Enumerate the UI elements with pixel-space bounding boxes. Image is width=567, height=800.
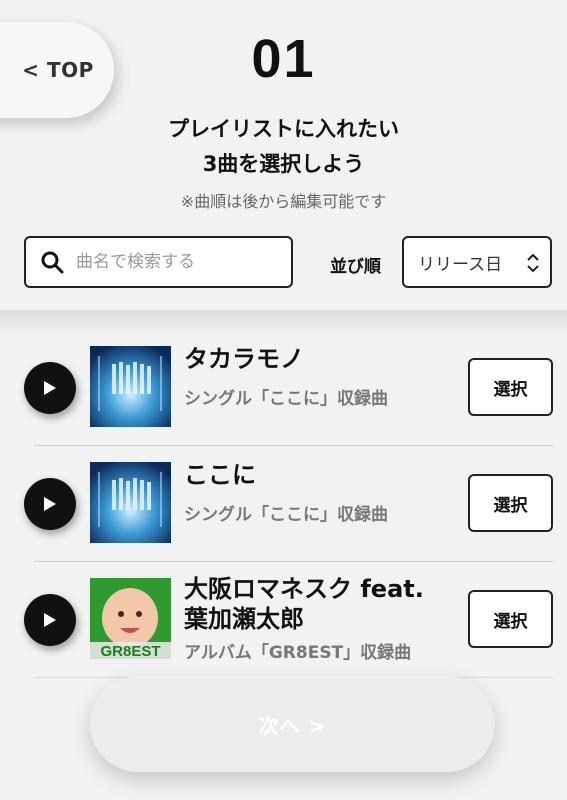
next-button[interactable]: 次へ > <box>90 676 495 772</box>
single-cover-art <box>90 462 171 543</box>
heading-line-2: 3曲を選択しよう <box>202 152 365 176</box>
play-button[interactable] <box>24 478 76 530</box>
play-button[interactable] <box>24 594 76 646</box>
album-cover-art: GR8EST <box>90 578 171 659</box>
sort-select[interactable]: リリース日 <box>402 236 552 288</box>
edit-note: ※曲順は後から編集可能です <box>180 192 387 211</box>
song-title-line-1: 大阪ロマネスク feat. <box>184 575 424 603</box>
sort-selected-value: リリース日 <box>418 254 503 275</box>
song-title-line-2: 葉加瀬太郎 <box>184 605 304 633</box>
song-title: タカラモノ <box>184 345 304 373</box>
song-row: ここに シングル「ここに」収録曲 選択 <box>0 446 567 562</box>
page-heading: プレイリストに入れたい 3曲を選択しよう <box>0 112 567 182</box>
play-button[interactable] <box>24 362 76 414</box>
svg-text:GR8EST: GR8EST <box>100 643 160 659</box>
select-button[interactable]: 選択 <box>468 358 553 416</box>
sort-label: 並び順 <box>330 257 381 277</box>
search-icon <box>41 251 64 274</box>
search-box[interactable] <box>24 236 293 288</box>
song-subtitle: シングル「ここに」収録曲 <box>184 389 388 409</box>
song-list: タカラモノ シングル「ここに」収録曲 選択 ここに シングル「ここに」収録曲 選… <box>0 330 567 678</box>
song-row: タカラモノ シングル「ここに」収録曲 選択 <box>0 330 567 446</box>
play-icon <box>44 381 56 395</box>
up-down-chevron-icon <box>527 253 539 273</box>
step-number: 01 <box>251 29 316 89</box>
select-button[interactable]: 選択 <box>468 590 553 648</box>
search-input[interactable] <box>76 252 266 272</box>
play-icon <box>44 497 56 511</box>
song-title: 大阪ロマネスク feat. 葉加瀬太郎 <box>184 574 454 634</box>
heading-line-1: プレイリストに入れたい <box>168 117 399 141</box>
song-subtitle: シングル「ここに」収録曲 <box>184 505 388 525</box>
select-button[interactable]: 選択 <box>468 474 553 532</box>
play-icon <box>44 613 56 627</box>
single-cover-art <box>90 346 171 427</box>
song-title: ここに <box>184 461 256 489</box>
